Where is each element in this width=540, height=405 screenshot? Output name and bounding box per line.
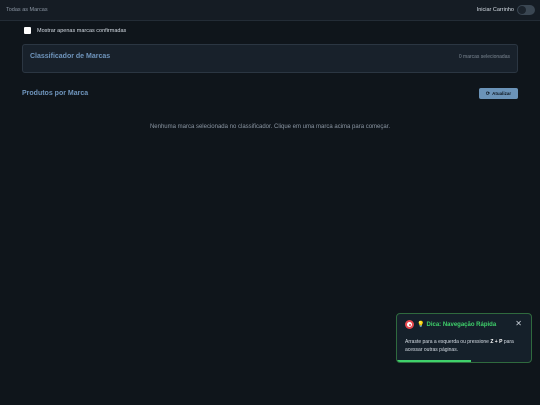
tip-toast: 💡 Dica: Navegação Rápida ✕ Arraste para … [396, 313, 532, 363]
confirmed-only-label[interactable]: Mostrar apenas marcas confirmadas [37, 28, 126, 34]
toast-progress-bar [397, 360, 471, 362]
target-icon [405, 320, 414, 329]
top-bar: Todas as Marcas Iniciar Carrinho [0, 0, 540, 21]
toast-shortcut: Z + P [490, 339, 503, 345]
refresh-icon: ⟳ [485, 90, 491, 97]
toast-body-text-start: Arraste para a esquerda ou pressione [405, 339, 491, 345]
cart-toggle-label: Iniciar Carrinho [476, 7, 514, 13]
confirmed-filter[interactable]: Mostrar apenas marcas confirmadas [24, 27, 126, 34]
breadcrumb[interactable]: Todas as Marcas [6, 7, 48, 13]
close-icon[interactable]: ✕ [515, 319, 522, 328]
toast-header: 💡 Dica: Navegação Rápida [405, 320, 496, 329]
cart-toggle[interactable] [517, 5, 535, 15]
selected-count: 0 marcas selecionadas [458, 54, 510, 60]
toast-body: Arraste para a esquerda ou pressione Z +… [405, 339, 527, 354]
empty-state-message: Nenhuma marca selecionada no classificad… [149, 124, 391, 130]
products-section-title: Produtos por Marca [22, 90, 89, 97]
toast-title: Dica: Navegação Rápida [426, 321, 497, 328]
brand-classifier-panel: Classificador de Marcas 0 marcas selecio… [22, 44, 518, 73]
classifier-title: Classificador de Marcas [30, 53, 111, 60]
toggle-knob [518, 6, 526, 14]
refresh-label: Atualizar [492, 91, 512, 96]
confirmed-only-checkbox[interactable] [24, 27, 31, 34]
lightbulb-icon: 💡 [417, 322, 425, 328]
refresh-button[interactable]: ⟳ Atualizar [479, 88, 518, 99]
